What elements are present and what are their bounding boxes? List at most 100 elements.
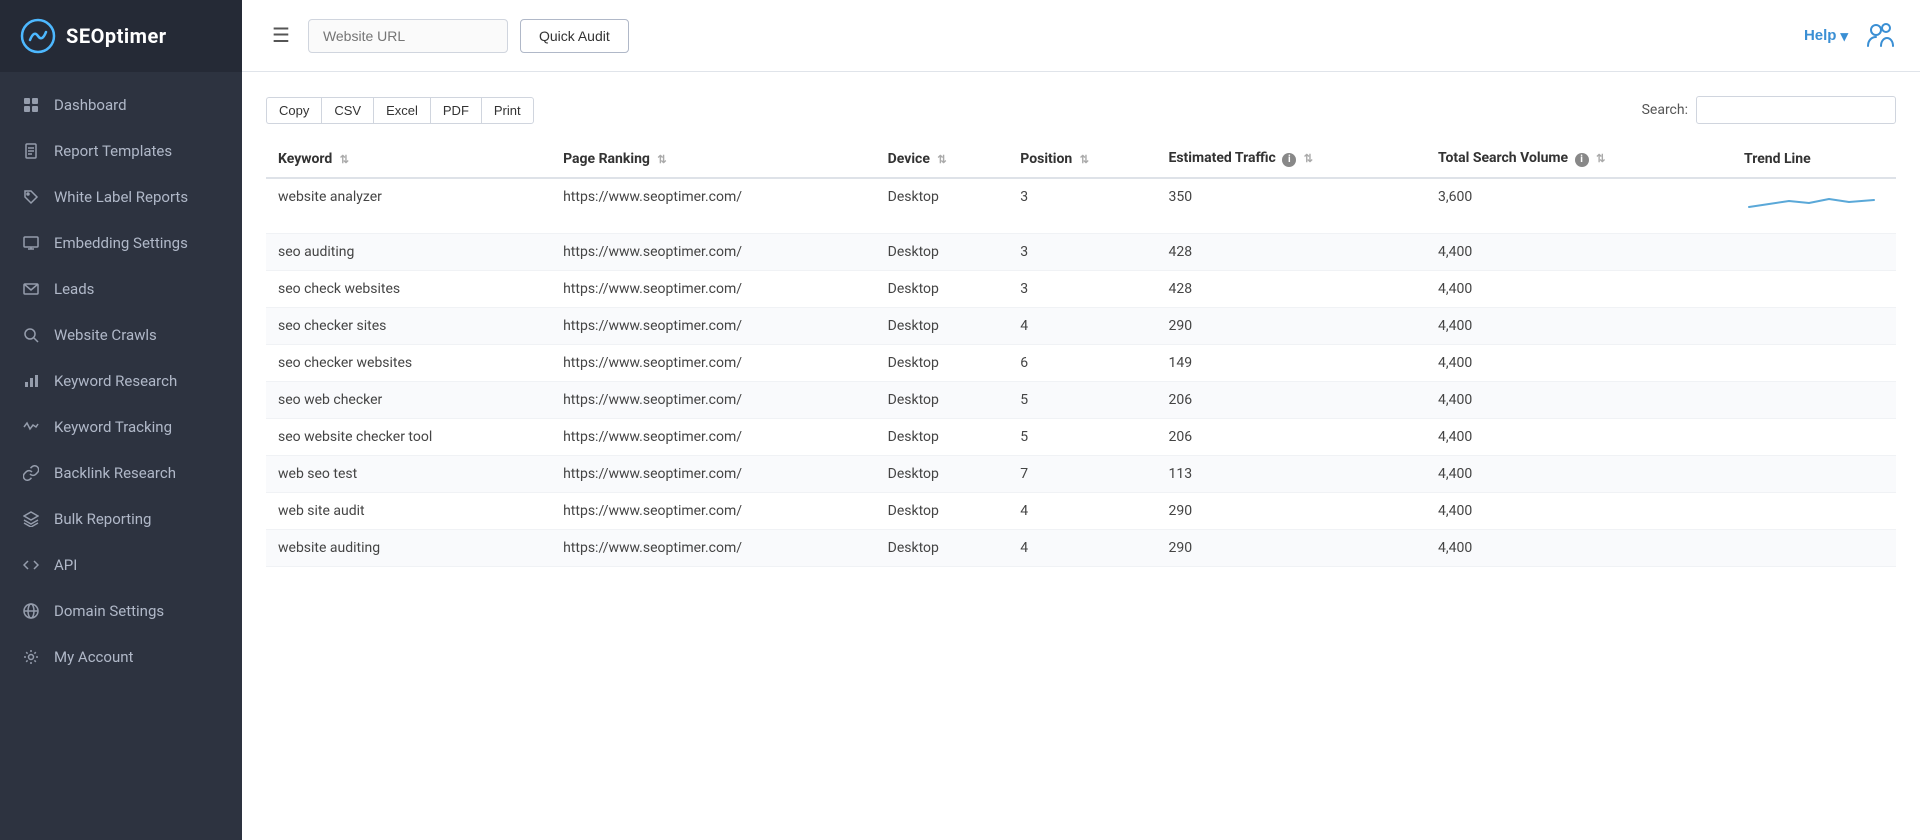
sidebar-item-label: Website Crawls <box>54 326 157 344</box>
info-icon-estimated-traffic[interactable]: i <box>1282 153 1296 167</box>
cell-trend-line <box>1732 530 1896 567</box>
cell-keyword: seo web checker <box>266 382 551 419</box>
cell-keyword: seo website checker tool <box>266 419 551 456</box>
excel-button[interactable]: Excel <box>373 97 430 124</box>
layers-icon <box>22 510 40 528</box>
sidebar-item-bulk-reporting[interactable]: Bulk Reporting <box>0 496 242 542</box>
cell-device: Desktop <box>876 345 1009 382</box>
cell-position: 4 <box>1008 493 1156 530</box>
bar-chart-icon <box>22 372 40 390</box>
cell-estimated-traffic: 350 <box>1156 178 1426 234</box>
quick-audit-button[interactable]: Quick Audit <box>520 19 629 53</box>
cell-estimated-traffic: 206 <box>1156 419 1426 456</box>
sidebar-item-label: Embedding Settings <box>54 234 188 252</box>
table-row: web seo test https://www.seoptimer.com/ … <box>266 456 1896 493</box>
col-device[interactable]: Device ⇅ <box>876 140 1009 178</box>
col-estimated-traffic[interactable]: Estimated Traffic i ⇅ <box>1156 140 1426 178</box>
sidebar-item-keyword-tracking[interactable]: Keyword Tracking <box>0 404 242 450</box>
sidebar-item-label: Dashboard <box>54 96 127 114</box>
cell-estimated-traffic: 206 <box>1156 382 1426 419</box>
cell-device: Desktop <box>876 530 1009 567</box>
csv-button[interactable]: CSV <box>321 97 373 124</box>
table-row: seo web checker https://www.seoptimer.co… <box>266 382 1896 419</box>
data-table: Keyword ⇅ Page Ranking ⇅ Device ⇅ Positi… <box>266 140 1896 567</box>
cell-page-ranking: https://www.seoptimer.com/ <box>551 345 876 382</box>
cell-trend-line <box>1732 271 1896 308</box>
sidebar-item-label: Report Templates <box>54 142 172 160</box>
cell-total-search-volume: 4,400 <box>1426 382 1732 419</box>
cell-device: Desktop <box>876 271 1009 308</box>
sidebar-item-label: Leads <box>54 280 94 298</box>
cell-estimated-traffic: 290 <box>1156 530 1426 567</box>
cell-estimated-traffic: 290 <box>1156 493 1426 530</box>
file-text-icon <box>22 142 40 160</box>
sidebar-item-label: Bulk Reporting <box>54 510 151 528</box>
sidebar-item-domain-settings[interactable]: Domain Settings <box>0 588 242 634</box>
cell-trend-line <box>1732 178 1896 234</box>
cell-page-ranking: https://www.seoptimer.com/ <box>551 234 876 271</box>
info-icon-search-volume[interactable]: i <box>1575 153 1589 167</box>
col-page-ranking[interactable]: Page Ranking ⇅ <box>551 140 876 178</box>
cell-total-search-volume: 4,400 <box>1426 345 1732 382</box>
cell-position: 6 <box>1008 345 1156 382</box>
sidebar: SEOptimer Dashboard Report Templates <box>0 0 242 840</box>
copy-button[interactable]: Copy <box>266 97 321 124</box>
cell-keyword: seo auditing <box>266 234 551 271</box>
print-button[interactable]: Print <box>481 97 534 124</box>
cell-position: 3 <box>1008 271 1156 308</box>
sort-icon-position: ⇅ <box>1080 153 1089 166</box>
sidebar-item-backlink-research[interactable]: Backlink Research <box>0 450 242 496</box>
sidebar-item-label: Keyword Tracking <box>54 418 172 436</box>
sidebar-item-dashboard[interactable]: Dashboard <box>0 82 242 128</box>
sidebar-item-keyword-research[interactable]: Keyword Research <box>0 358 242 404</box>
cell-keyword: website analyzer <box>266 178 551 234</box>
table-row: web site audit https://www.seoptimer.com… <box>266 493 1896 530</box>
activity-icon <box>22 418 40 436</box>
sort-icon-page-ranking: ⇅ <box>657 153 666 166</box>
sidebar-logo: SEOptimer <box>0 0 242 72</box>
cell-keyword: seo check websites <box>266 271 551 308</box>
sidebar-item-api[interactable]: API <box>0 542 242 588</box>
cell-position: 4 <box>1008 530 1156 567</box>
sidebar-item-website-crawls[interactable]: Website Crawls <box>0 312 242 358</box>
sidebar-item-white-label[interactable]: White Label Reports <box>0 174 242 220</box>
cell-estimated-traffic: 113 <box>1156 456 1426 493</box>
cell-trend-line <box>1732 382 1896 419</box>
cell-estimated-traffic: 428 <box>1156 234 1426 271</box>
cell-position: 5 <box>1008 382 1156 419</box>
cell-trend-line <box>1732 234 1896 271</box>
cell-position: 3 <box>1008 234 1156 271</box>
settings-icon <box>22 648 40 666</box>
link-icon <box>22 464 40 482</box>
cell-total-search-volume: 4,400 <box>1426 271 1732 308</box>
sidebar-item-my-account[interactable]: My Account <box>0 634 242 680</box>
cell-total-search-volume: 4,400 <box>1426 456 1732 493</box>
search-input[interactable] <box>1696 96 1896 124</box>
header-right: Help ▾ <box>1804 18 1896 53</box>
pdf-button[interactable]: PDF <box>430 97 481 124</box>
cell-keyword: seo checker sites <box>266 308 551 345</box>
hamburger-button[interactable]: ☰ <box>266 17 296 54</box>
cell-keyword: seo checker websites <box>266 345 551 382</box>
col-position[interactable]: Position ⇅ <box>1008 140 1156 178</box>
cell-page-ranking: https://www.seoptimer.com/ <box>551 530 876 567</box>
trend-chart <box>1744 189 1884 219</box>
col-keyword[interactable]: Keyword ⇅ <box>266 140 551 178</box>
cell-total-search-volume: 4,400 <box>1426 234 1732 271</box>
globe-icon <box>22 602 40 620</box>
user-avatar-button[interactable] <box>1864 18 1896 53</box>
sidebar-item-leads[interactable]: Leads <box>0 266 242 312</box>
cell-position: 3 <box>1008 178 1156 234</box>
cell-total-search-volume: 3,600 <box>1426 178 1732 234</box>
sidebar-item-embedding[interactable]: Embedding Settings <box>0 220 242 266</box>
sidebar-item-report-templates[interactable]: Report Templates <box>0 128 242 174</box>
col-total-search-volume[interactable]: Total Search Volume i ⇅ <box>1426 140 1732 178</box>
table-controls: Copy CSV Excel PDF Print Search: <box>266 96 1896 124</box>
help-button[interactable]: Help ▾ <box>1804 27 1848 45</box>
table-row: seo website checker tool https://www.seo… <box>266 419 1896 456</box>
cell-page-ranking: https://www.seoptimer.com/ <box>551 419 876 456</box>
logo-text: SEOptimer <box>66 24 167 48</box>
url-input[interactable] <box>308 19 508 53</box>
cell-page-ranking: https://www.seoptimer.com/ <box>551 456 876 493</box>
users-icon <box>1864 18 1896 50</box>
